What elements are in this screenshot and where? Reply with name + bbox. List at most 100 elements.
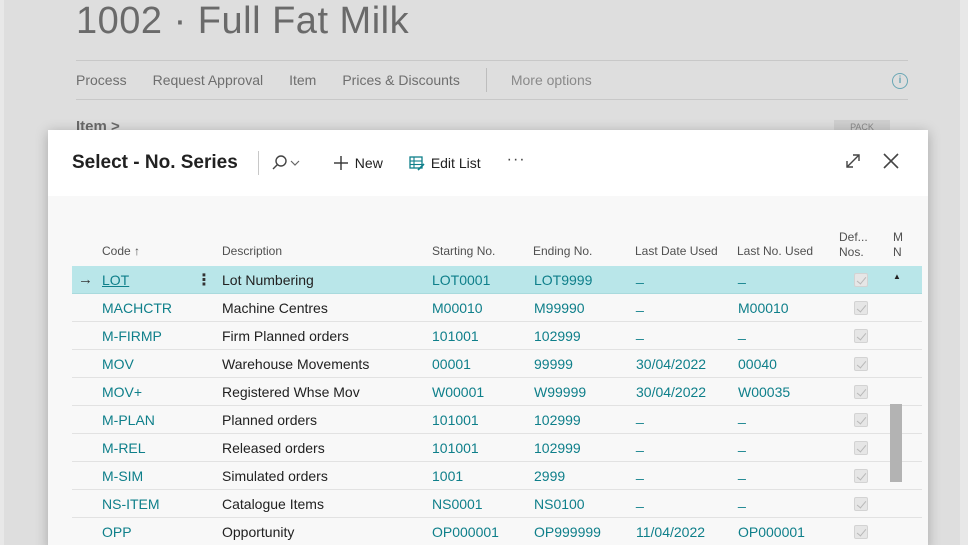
scroll-up-arrow-icon[interactable]: ▲ <box>893 272 901 281</box>
row-last-no-used[interactable]: 00040 <box>738 356 777 372</box>
select-no-series-dialog: Select - No. Series New Edit List ··· Co… <box>48 130 928 545</box>
column-headers: Code ↑ Description Starting No. Ending N… <box>72 226 922 266</box>
table-row[interactable]: MOV+ Registered Whse Mov W00001 W99999 3… <box>72 378 922 406</box>
row-description: Registered Whse Mov <box>222 384 360 400</box>
row-last-date-used[interactable]: 30/04/2022 <box>636 384 706 400</box>
row-ending-no[interactable]: LOT9999 <box>534 272 592 288</box>
column-header-ending-no[interactable]: Ending No. <box>533 244 592 258</box>
row-ending-no[interactable]: OP999999 <box>534 524 601 540</box>
table-row[interactable]: M-REL Released orders 101001 102999 _ _ <box>72 434 922 462</box>
row-starting-no[interactable]: W00001 <box>432 384 484 400</box>
row-code[interactable]: M-REL <box>102 440 146 456</box>
row-code[interactable]: M-SIM <box>102 468 143 484</box>
row-starting-no[interactable]: 1001 <box>432 468 463 484</box>
default-nos-line2: Nos. <box>839 245 864 259</box>
row-code[interactable]: MOV <box>102 356 134 372</box>
row-starting-no[interactable]: M00010 <box>432 300 483 316</box>
row-last-no-used[interactable]: _ <box>738 268 746 284</box>
column-header-code[interactable]: Code ↑ <box>102 244 140 258</box>
row-ending-no[interactable]: NS0100 <box>534 496 585 512</box>
column-header-description[interactable]: Description <box>222 244 282 258</box>
table-row[interactable]: → LOT ⋮ Lot Numbering LOT0001 LOT9999 _ … <box>72 266 922 294</box>
row-last-date-used[interactable]: _ <box>636 296 644 312</box>
row-starting-no[interactable]: 101001 <box>432 412 479 428</box>
close-icon[interactable] <box>882 152 900 170</box>
row-last-date-used[interactable]: _ <box>636 268 644 284</box>
row-last-no-used[interactable]: _ <box>738 492 746 508</box>
row-ending-no[interactable]: 102999 <box>534 328 581 344</box>
row-code[interactable]: M-FIRMP <box>102 328 162 344</box>
row-last-no-used[interactable]: _ <box>738 408 746 424</box>
row-code[interactable]: M-PLAN <box>102 412 155 428</box>
row-last-date-used[interactable]: 11/04/2022 <box>636 524 705 540</box>
table-row[interactable]: M-FIRMP Firm Planned orders 101001 10299… <box>72 322 922 350</box>
column-header-default-nos[interactable]: Def... Nos. <box>839 230 868 260</box>
row-last-no-used[interactable]: _ <box>738 324 746 340</box>
header-divider <box>257 151 259 175</box>
info-icon[interactable]: i <box>892 73 908 89</box>
row-last-no-used[interactable]: _ <box>738 436 746 452</box>
action-request-approval[interactable]: Request Approval <box>153 72 264 88</box>
row-ending-no[interactable]: 102999 <box>534 440 581 456</box>
dialog-title: Select - No. Series <box>72 152 238 173</box>
row-default-nos-checkbox <box>854 301 868 315</box>
row-last-date-used[interactable]: _ <box>636 408 644 424</box>
table-row[interactable]: M-PLAN Planned orders 101001 102999 _ _ <box>72 406 922 434</box>
edit-list-button[interactable]: Edit List <box>409 155 481 171</box>
row-ending-no[interactable]: 2999 <box>534 468 565 484</box>
row-last-no-used[interactable]: M00010 <box>738 300 789 316</box>
row-last-no-used[interactable]: OP000001 <box>738 524 805 540</box>
expand-icon[interactable] <box>844 152 862 170</box>
vertical-scrollbar-thumb[interactable] <box>890 404 902 482</box>
no-series-list: Code ↑ Description Starting No. Ending N… <box>72 226 922 545</box>
default-nos-line1: Def... <box>839 230 868 244</box>
row-ending-no[interactable]: M99990 <box>534 300 585 316</box>
row-starting-no[interactable]: NS0001 <box>432 496 483 512</box>
column-header-last-no-used[interactable]: Last No. Used <box>737 244 813 258</box>
row-starting-no[interactable]: 00001 <box>432 356 471 372</box>
table-row[interactable]: M-SIM Simulated orders 1001 2999 _ _ <box>72 462 922 490</box>
new-button[interactable]: New <box>333 155 383 171</box>
row-last-no-used[interactable]: _ <box>738 464 746 480</box>
action-item[interactable]: Item <box>289 72 316 88</box>
column-header-starting-no[interactable]: Starting No. <box>432 244 495 258</box>
row-last-date-used[interactable]: _ <box>636 464 644 480</box>
more-actions-button[interactable]: ··· <box>507 151 526 169</box>
row-code[interactable]: LOT <box>102 272 129 288</box>
plus-icon <box>333 156 348 170</box>
table-row[interactable]: MOV Warehouse Movements 00001 99999 30/0… <box>72 350 922 378</box>
row-default-nos-checkbox <box>854 497 868 511</box>
row-starting-no[interactable]: 101001 <box>432 440 479 456</box>
row-last-date-used[interactable]: _ <box>636 324 644 340</box>
row-default-nos-checkbox <box>854 329 868 343</box>
row-last-date-used[interactable]: _ <box>636 436 644 452</box>
action-bar: Process Request Approval Item Prices & D… <box>76 60 908 100</box>
table-row[interactable]: MACHCTR Machine Centres M00010 M99990 _ … <box>72 294 922 322</box>
row-code[interactable]: NS-ITEM <box>102 496 160 512</box>
row-starting-no[interactable]: OP000001 <box>432 524 499 540</box>
search-icon <box>272 155 300 170</box>
table-row[interactable]: OPP Opportunity OP000001 OP999999 11/04/… <box>72 518 922 545</box>
row-code[interactable]: MOV+ <box>102 384 142 400</box>
row-description: Machine Centres <box>222 300 328 316</box>
row-last-no-used[interactable]: W00035 <box>738 384 790 400</box>
action-prices-discounts[interactable]: Prices & Discounts <box>342 72 459 88</box>
column-header-manual-nos[interactable]: MN <box>893 230 903 260</box>
row-starting-no[interactable]: LOT0001 <box>432 272 490 288</box>
more-options-button[interactable]: More options <box>511 72 592 88</box>
row-code[interactable]: MACHCTR <box>102 300 172 316</box>
column-header-last-date-used[interactable]: Last Date Used <box>635 244 718 258</box>
row-ending-no[interactable]: W99999 <box>534 384 586 400</box>
row-ending-no[interactable]: 99999 <box>534 356 573 372</box>
row-actions-icon[interactable]: ⋮ <box>196 270 212 290</box>
action-process[interactable]: Process <box>76 72 127 88</box>
row-code[interactable]: OPP <box>102 524 132 540</box>
row-last-date-used[interactable]: 30/04/2022 <box>636 356 706 372</box>
row-default-nos-checkbox <box>854 273 868 287</box>
search-button[interactable] <box>271 155 307 171</box>
row-ending-no[interactable]: 102999 <box>534 412 581 428</box>
row-starting-no[interactable]: 101001 <box>432 328 479 344</box>
table-row[interactable]: NS-ITEM Catalogue Items NS0001 NS0100 _ … <box>72 490 922 518</box>
row-default-nos-checkbox <box>854 357 868 371</box>
row-last-date-used[interactable]: _ <box>636 492 644 508</box>
